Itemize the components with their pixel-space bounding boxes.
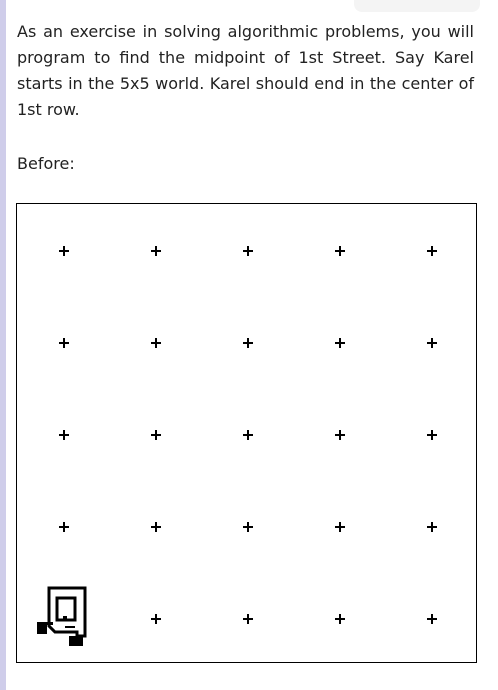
- grid-corner: [243, 338, 253, 348]
- grid-corner: [151, 430, 161, 440]
- lesson-content: As an exercise in solving algorithmic pr…: [17, 19, 474, 173]
- instructions-paragraph: As an exercise in solving algorithmic pr…: [17, 22, 474, 119]
- karel-world-grid: [16, 203, 477, 663]
- grid-corner: [59, 246, 69, 256]
- left-accent-bar: [0, 0, 6, 690]
- grid-corner: [243, 246, 253, 256]
- grid-corner: [59, 430, 69, 440]
- grid-corner: [427, 614, 437, 624]
- grid-corner: [427, 522, 437, 532]
- grid-corner: [335, 338, 345, 348]
- grid-corner: [335, 430, 345, 440]
- grid-corner: [151, 522, 161, 532]
- grid-corner: [243, 614, 253, 624]
- grid-corner: [427, 430, 437, 440]
- karel-robot-icon: [37, 586, 87, 646]
- grid-corner: [335, 522, 345, 532]
- grid-corner: [59, 338, 69, 348]
- top-pill-decoration: [354, 0, 480, 12]
- grid-corner: [151, 338, 161, 348]
- before-label: Before:: [17, 154, 75, 173]
- grid-corner: [335, 246, 345, 256]
- grid-corner: [59, 522, 69, 532]
- grid-corner: [151, 614, 161, 624]
- grid-corner: [243, 430, 253, 440]
- grid-corner: [427, 338, 437, 348]
- grid-corner: [243, 522, 253, 532]
- grid-corner: [151, 246, 161, 256]
- grid-corner: [335, 614, 345, 624]
- grid-corner: [427, 246, 437, 256]
